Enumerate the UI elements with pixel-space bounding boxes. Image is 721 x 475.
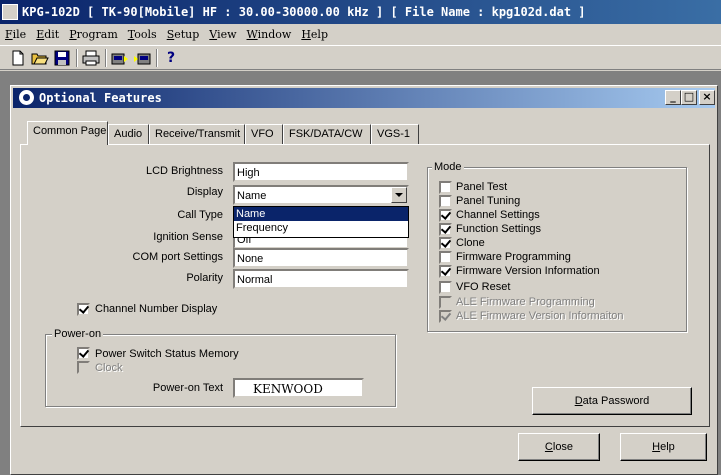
mode-firmware-programming-checkbox[interactable]	[439, 251, 452, 264]
channel-number-display-label: Channel Number Display	[95, 303, 218, 315]
display-label: Display	[186, 186, 223, 198]
tab-audio[interactable]: Audio	[108, 124, 149, 144]
app-icon	[2, 4, 18, 20]
minimize-button[interactable]: _	[665, 90, 681, 105]
power-switch-memory-label: Power Switch Status Memory	[95, 348, 239, 360]
mode-panel-tuning-label: Panel Tuning	[456, 195, 521, 207]
dialog-icon	[19, 90, 34, 105]
mode-ale-firmware-version-checkbox	[439, 310, 452, 323]
app-title: KPG-102D [ TK-90[Mobile] HF : 30.00-3000…	[22, 5, 586, 19]
mode-firmware-version-checkbox[interactable]	[439, 265, 452, 278]
toolbar: ?	[0, 45, 721, 70]
lcd-brightness-field[interactable]: High	[233, 162, 409, 182]
read-radio-icon[interactable]	[110, 49, 130, 67]
channel-number-display-checkbox[interactable]	[77, 303, 90, 316]
call-type-label: Call Type	[177, 209, 223, 221]
clock-checkbox	[77, 361, 90, 374]
save-icon[interactable]	[52, 49, 72, 67]
print-icon[interactable]	[81, 49, 101, 67]
write-radio-icon[interactable]	[132, 49, 152, 67]
open-folder-icon[interactable]	[30, 49, 50, 67]
app-title-bar: KPG-102D [ TK-90[Mobile] HF : 30.00-3000…	[0, 0, 721, 24]
menu-setup[interactable]: Setup	[162, 26, 205, 43]
close-window-button[interactable]: ×	[699, 90, 715, 105]
menu-edit[interactable]: Edit	[31, 26, 64, 43]
mode-clone-checkbox[interactable]	[439, 237, 452, 250]
display-option-frequency[interactable]: Frequency	[234, 221, 408, 235]
help-button[interactable]: Help	[620, 433, 707, 461]
ignition-sense-label: Ignition Sense	[153, 231, 223, 243]
menu-tools[interactable]: Tools	[123, 26, 162, 43]
display-option-name[interactable]: Name	[234, 207, 408, 221]
help-icon[interactable]: ?	[161, 49, 181, 67]
mode-channel-settings-label: Channel Settings	[456, 209, 540, 221]
mode-panel-tuning-checkbox[interactable]	[439, 195, 452, 208]
display-dropdown-list: Name Frequency	[233, 206, 409, 238]
mode-vfo-reset-label: VFO Reset	[456, 281, 511, 293]
power-on-group-title: Power-on	[52, 328, 104, 340]
menu-help[interactable]: Help	[296, 26, 333, 43]
tab-vgs-1[interactable]: VGS-1	[371, 124, 419, 144]
com-port-label: COM port Settings	[132, 251, 223, 263]
power-on-text-field[interactable]: KENWOOD	[233, 378, 364, 398]
mode-firmware-programming-label: Firmware Programming	[456, 251, 571, 263]
display-dropdown-button[interactable]	[391, 187, 407, 203]
mode-ale-firmware-programming-checkbox	[439, 296, 452, 309]
menu-bar: File Edit Program Tools Setup View Window Help	[0, 26, 721, 44]
clock-label: Clock	[95, 362, 123, 374]
power-on-text-label: Power-on Text	[152, 382, 223, 394]
mode-firmware-version-label: Firmware Version Information	[456, 265, 600, 277]
tab-vfo[interactable]: VFO	[245, 124, 283, 144]
tab-common-page[interactable]: Common Page	[27, 121, 108, 145]
mode-function-settings-checkbox[interactable]	[439, 223, 452, 236]
dialog-title-bar: Optional Features	[13, 88, 715, 108]
mode-ale-firmware-programming-label: ALE Firmware Programming	[456, 296, 595, 308]
polarity-label: Polarity	[186, 272, 223, 284]
mode-ale-firmware-version-label: ALE Firmware Version Informaiton	[456, 310, 624, 322]
com-port-field[interactable]: None	[233, 248, 409, 268]
dialog-title: Optional Features	[39, 91, 162, 105]
mode-channel-settings-checkbox[interactable]	[439, 209, 452, 222]
mode-panel-test-label: Panel Test	[456, 181, 508, 193]
polarity-field[interactable]: Normal	[233, 269, 409, 289]
mode-panel-test-checkbox[interactable]	[439, 181, 452, 194]
close-button[interactable]: Close	[518, 433, 600, 461]
menu-window[interactable]: Window	[242, 26, 297, 43]
lcd-brightness-label: LCD Brightness	[145, 165, 223, 177]
menu-program[interactable]: Program	[64, 26, 123, 43]
mode-group-title: Mode	[432, 161, 464, 173]
mode-clone-label: Clone	[456, 237, 485, 249]
tab-fsk-data-cw[interactable]: FSK/DATA/CW	[283, 124, 371, 144]
data-password-button[interactable]: Data Password	[532, 387, 692, 415]
tab-receive-transmit[interactable]: Receive/Transmit	[149, 124, 245, 144]
display-select[interactable]: Name	[233, 185, 409, 205]
mode-function-settings-label: Function Settings	[456, 223, 541, 235]
power-switch-memory-checkbox[interactable]	[77, 347, 90, 360]
menu-file[interactable]: File	[0, 26, 31, 43]
maximize-button[interactable]: □	[681, 90, 697, 105]
mode-vfo-reset-checkbox[interactable]	[439, 281, 452, 294]
new-file-icon[interactable]	[8, 49, 28, 67]
menu-view[interactable]: View	[204, 26, 241, 43]
